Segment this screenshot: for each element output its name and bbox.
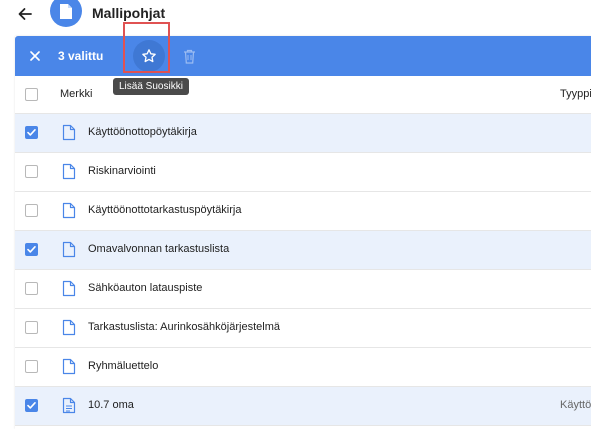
table-row[interactable]: Käyttöönottopöytäkirja [15, 114, 591, 153]
file-icon [62, 280, 76, 297]
add-favorite-button[interactable] [133, 40, 165, 72]
template-type: Käyttö [560, 399, 591, 411]
file-icon [62, 163, 76, 180]
selection-count: 3 valittu [58, 49, 104, 63]
row-checkbox[interactable] [25, 399, 38, 412]
row-checkbox[interactable] [25, 165, 38, 178]
file-icon [62, 358, 76, 375]
clear-selection-button[interactable] [25, 46, 45, 66]
checkmark-icon [27, 402, 36, 409]
row-checkbox[interactable] [25, 360, 38, 373]
template-list-panel: 3 valittu Merkki Tyyppi Käyttöönottopöyt… [15, 36, 591, 429]
template-name[interactable]: Käyttöönottopöytäkirja [88, 126, 197, 138]
table-row[interactable]: Omavalvonnan tarkastuslista [15, 231, 591, 270]
template-name[interactable]: Ryhmäluettelo [88, 360, 158, 372]
row-checkbox[interactable] [25, 204, 38, 217]
file-icon [62, 319, 76, 336]
row-checkbox[interactable] [25, 321, 38, 334]
tooltip: Lisää Suosikki [113, 78, 189, 95]
table-row[interactable]: 10.7 oma Käyttö [15, 387, 591, 426]
document-text-icon [62, 397, 76, 414]
template-name[interactable]: Tarkastuslista: Aurinkosähköjärjestelmä [88, 321, 280, 333]
table-header: Merkki Tyyppi [15, 76, 591, 114]
selection-toolbar: 3 valittu [15, 36, 591, 76]
table-row[interactable]: Käyttöönottotarkastuspöytäkirja [15, 192, 591, 231]
close-icon [30, 51, 40, 61]
table-row[interactable]: Tarkastuslista: Aurinkosähköjärjestelmä [15, 309, 591, 348]
table-row[interactable]: Ryhmäluettelo [15, 348, 591, 387]
row-checkbox[interactable] [25, 243, 38, 256]
template-name[interactable]: Riskinarviointi [88, 165, 156, 177]
row-checkbox[interactable] [25, 126, 38, 139]
top-bar: Mallipohjat [0, 0, 591, 30]
file-icon [62, 124, 76, 141]
template-name[interactable]: 10.7 oma [88, 399, 134, 411]
back-button[interactable] [14, 3, 36, 25]
column-header-type[interactable]: Tyyppi [560, 88, 591, 100]
table-row[interactable]: Riskinarviointi [15, 153, 591, 192]
document-icon [60, 3, 72, 19]
column-header-name[interactable]: Merkki [60, 88, 92, 100]
delete-button[interactable] [177, 44, 201, 68]
checkmark-icon [27, 246, 36, 253]
row-checkbox[interactable] [25, 282, 38, 295]
trash-icon [183, 49, 195, 64]
page-title: Mallipohjat [92, 5, 166, 21]
template-name[interactable]: Käyttöönottotarkastuspöytäkirja [88, 204, 241, 216]
arrow-left-icon [18, 8, 32, 20]
file-icon [62, 202, 76, 219]
select-all-checkbox[interactable] [25, 88, 38, 101]
file-icon [62, 241, 76, 258]
templates-avatar [50, 0, 82, 27]
table-row[interactable]: Sähköauton latauspiste [15, 270, 591, 309]
template-name[interactable]: Sähköauton latauspiste [88, 282, 202, 294]
template-name[interactable]: Omavalvonnan tarkastuslista [88, 243, 229, 255]
star-icon [142, 49, 156, 63]
checkmark-icon [27, 129, 36, 136]
